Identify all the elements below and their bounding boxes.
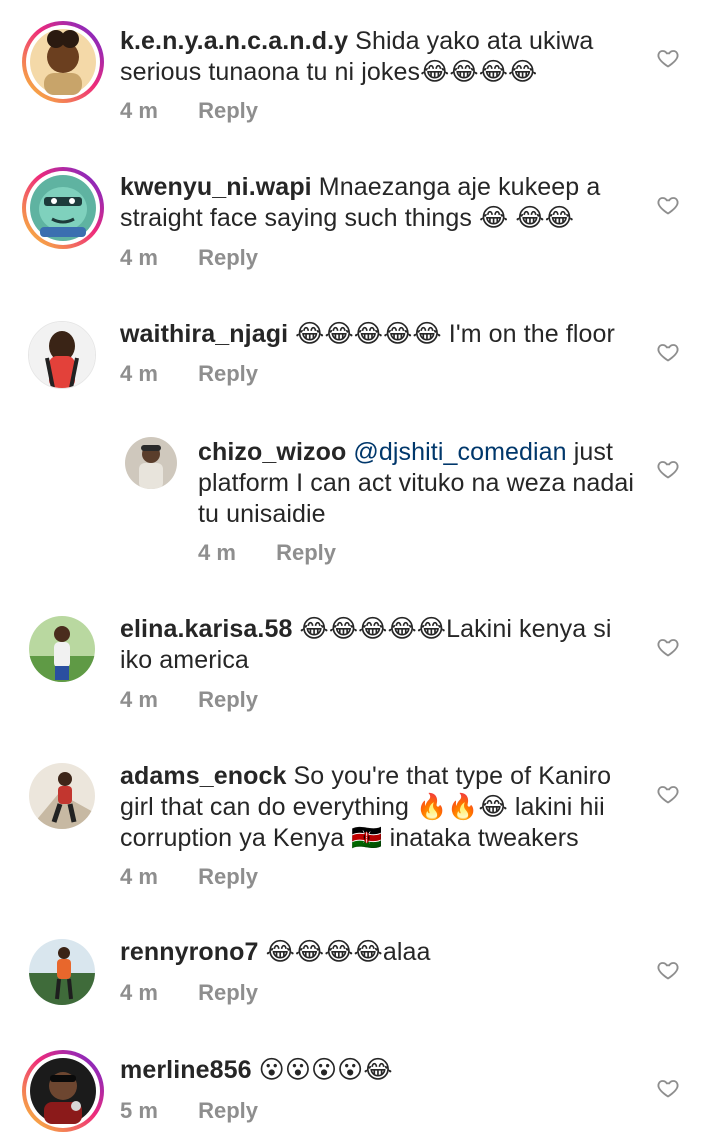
like-heart-icon[interactable] <box>656 635 680 659</box>
comment-time: 4 m <box>120 687 158 712</box>
avatar-photo <box>29 763 95 829</box>
reply-button[interactable]: Reply <box>198 245 258 270</box>
avatar[interactable] <box>28 615 96 683</box>
reply-button[interactable]: Reply <box>198 361 258 386</box>
comment-username[interactable]: waithira_njagi <box>120 320 288 348</box>
comment-username[interactable]: adams_enock <box>120 762 286 790</box>
like-heart-icon[interactable] <box>656 958 680 982</box>
comment-username[interactable]: kwenyu_ni.wapi <box>120 173 312 201</box>
avatar-photo <box>30 29 96 95</box>
reply-button[interactable]: Reply <box>198 864 258 889</box>
like-heart-icon[interactable] <box>656 457 680 481</box>
like-heart-icon[interactable] <box>656 46 680 70</box>
comment-username[interactable]: merline856 <box>120 1056 252 1084</box>
reply-button[interactable]: Reply <box>276 540 336 565</box>
comment-time: 4 m <box>120 245 158 270</box>
comment-username[interactable]: chizo_wizoo <box>198 438 346 466</box>
mention-link[interactable]: @djshiti_comedian <box>353 438 566 466</box>
comment-username[interactable]: elina.karisa.58 <box>120 615 292 643</box>
comment-time: 4 m <box>120 864 158 889</box>
avatar[interactable] <box>22 21 104 103</box>
comment-time: 4 m <box>120 98 158 123</box>
comment-time: 4 m <box>198 540 236 565</box>
avatar[interactable] <box>124 436 178 490</box>
avatar-photo <box>30 1058 96 1124</box>
avatar[interactable] <box>22 167 104 249</box>
comment-username[interactable]: rennyrono7 <box>120 938 259 966</box>
avatar[interactable] <box>28 938 96 1006</box>
comment-time: 4 m <box>120 361 158 386</box>
avatar-photo <box>29 616 95 682</box>
reply-button[interactable]: Reply <box>198 687 258 712</box>
comment-username[interactable]: k.e.n.y.a.n.c.a.n.d.y <box>120 27 348 55</box>
like-heart-icon[interactable] <box>656 782 680 806</box>
like-heart-icon[interactable] <box>656 1076 680 1100</box>
comment-time: 5 m <box>120 1098 158 1123</box>
reply-button[interactable]: Reply <box>198 98 258 123</box>
avatar[interactable] <box>28 762 96 830</box>
avatar-photo <box>30 175 96 241</box>
comment-text: 😮😮😮😮😂 <box>251 1056 393 1084</box>
comment-time: 4 m <box>120 980 158 1005</box>
avatar-photo <box>29 322 95 388</box>
like-heart-icon[interactable] <box>656 193 680 217</box>
avatar[interactable] <box>22 1050 104 1132</box>
avatar-photo <box>125 437 177 489</box>
reply-button[interactable]: Reply <box>198 1098 258 1123</box>
like-heart-icon[interactable] <box>656 340 680 364</box>
comment-text: 😂😂😂😂alaa <box>258 938 431 966</box>
comment-text: 😂😂😂😂😂 I'm on the floor <box>288 320 615 348</box>
reply-button[interactable]: Reply <box>198 980 258 1005</box>
avatar[interactable] <box>28 321 96 389</box>
avatar-photo <box>29 939 95 1005</box>
